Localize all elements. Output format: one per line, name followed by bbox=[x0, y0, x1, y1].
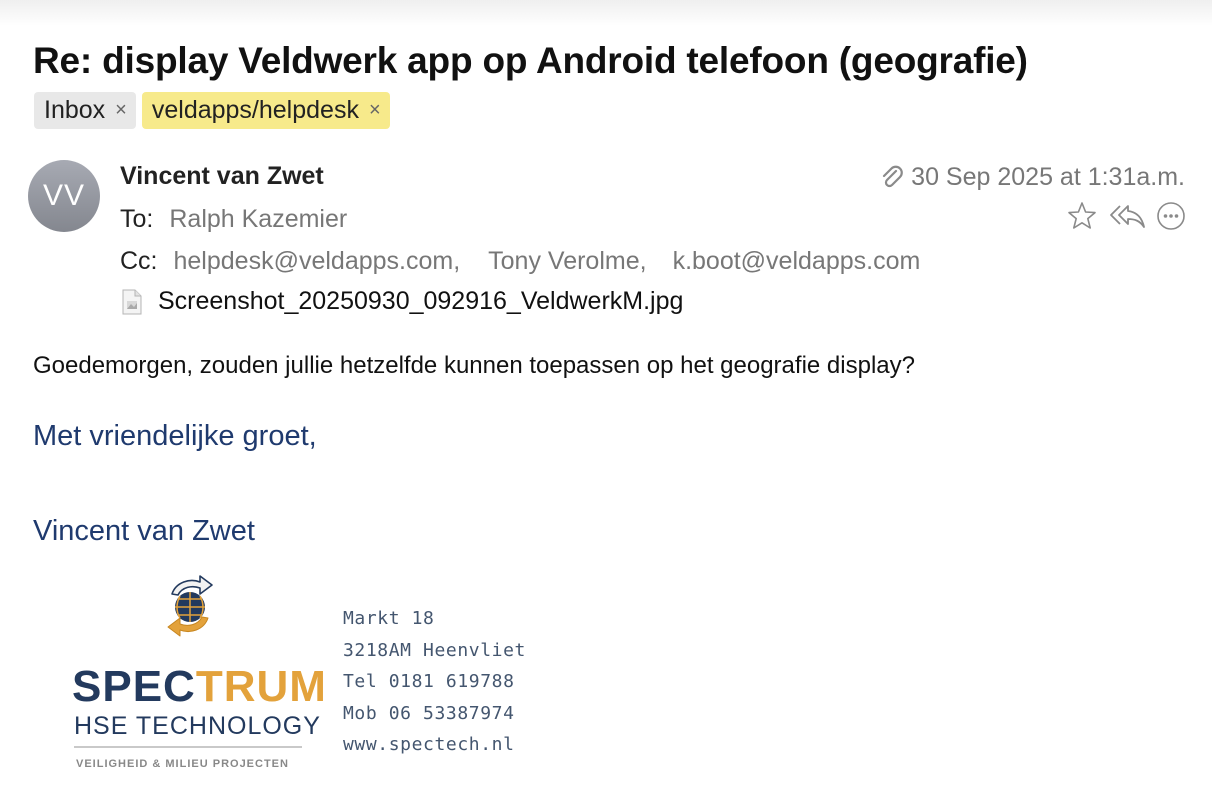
logo-subtitle: HSE TECHNOLOGY bbox=[74, 712, 321, 740]
cc-label: Cc: bbox=[120, 247, 158, 275]
attachment[interactable]: Screenshot_20250930_092916_VeldwerkM.jpg bbox=[122, 287, 683, 316]
message-subject: Re: display Veldwerk app op Android tele… bbox=[33, 40, 1028, 81]
remove-label-veldapps-helpdesk-icon[interactable]: × bbox=[369, 99, 381, 122]
logo-wordmark: SPECTRUM bbox=[72, 662, 327, 712]
contact-mobile: Mob 06 53387974 bbox=[343, 702, 515, 724]
cc-recipient[interactable]: k.boot@veldapps.com bbox=[673, 247, 921, 276]
signature-name: Vincent van Zwet bbox=[33, 515, 255, 547]
message-body-text: Goedemorgen, zouden jullie hetzelfde kun… bbox=[33, 352, 915, 379]
contact-address: Markt 18 bbox=[343, 608, 435, 629]
window-top-shade bbox=[0, 0, 1212, 26]
logo-divider bbox=[74, 746, 302, 748]
contact-website[interactable]: www.spectech.nl bbox=[343, 729, 526, 761]
remove-label-inbox-icon[interactable]: × bbox=[115, 99, 127, 122]
message-actions bbox=[1066, 200, 1186, 232]
company-logo: SPECTRUM HSE TECHNOLOGY VEILIGHEID & MIL… bbox=[72, 572, 326, 772]
cc-recipient[interactable]: helpdesk@veldapps.com, bbox=[174, 247, 461, 276]
signature-contact: Markt 18 3218AM Heenvliet Tel 0181 61978… bbox=[343, 603, 526, 761]
label-bar: Inbox × veldapps/helpdesk × bbox=[34, 92, 390, 129]
cc-row: Cc: helpdesk@veldapps.com, Tony Verolme,… bbox=[120, 247, 920, 276]
cc-recipient[interactable]: Tony Verolme, bbox=[488, 247, 646, 276]
logo-word-spec: SPEC bbox=[72, 662, 196, 711]
globe-arrows-icon bbox=[167, 575, 213, 637]
label-inbox-text: Inbox bbox=[44, 96, 106, 124]
to-label: To: bbox=[120, 205, 154, 233]
sender-avatar: VV bbox=[28, 160, 100, 232]
contact-phone: Tel 0181 619788 bbox=[343, 671, 515, 692]
image-file-icon bbox=[122, 289, 142, 314]
message-date: 30 Sep 2025 at 1:31a.m. bbox=[881, 163, 1185, 192]
attachment-filename: Screenshot_20250930_092916_VeldwerkM.jpg bbox=[158, 287, 684, 315]
more-icon[interactable] bbox=[1156, 201, 1186, 231]
contact-city: 3218AM Heenvliet bbox=[343, 639, 526, 661]
label-veldapps-helpdesk-text: veldapps/helpdesk bbox=[151, 96, 359, 124]
star-icon[interactable] bbox=[1066, 200, 1098, 232]
reply-all-icon[interactable] bbox=[1108, 200, 1146, 232]
date-text: 30 Sep 2025 at 1:31a.m. bbox=[911, 163, 1185, 191]
to-row: To: Ralph Kazemier bbox=[120, 205, 347, 234]
greeting: Met vriendelijke groet, bbox=[33, 420, 317, 452]
logo-tagline: VEILIGHEID & MILIEU PROJECTEN bbox=[76, 758, 289, 770]
label-inbox[interactable]: Inbox × bbox=[34, 92, 136, 129]
sender-name[interactable]: Vincent van Zwet bbox=[120, 162, 324, 191]
paperclip-icon bbox=[883, 165, 903, 187]
logo-word-trum: TRUM bbox=[195, 662, 327, 711]
label-veldapps-helpdesk[interactable]: veldapps/helpdesk × bbox=[141, 92, 390, 129]
to-recipient[interactable]: Ralph Kazemier bbox=[169, 205, 347, 234]
